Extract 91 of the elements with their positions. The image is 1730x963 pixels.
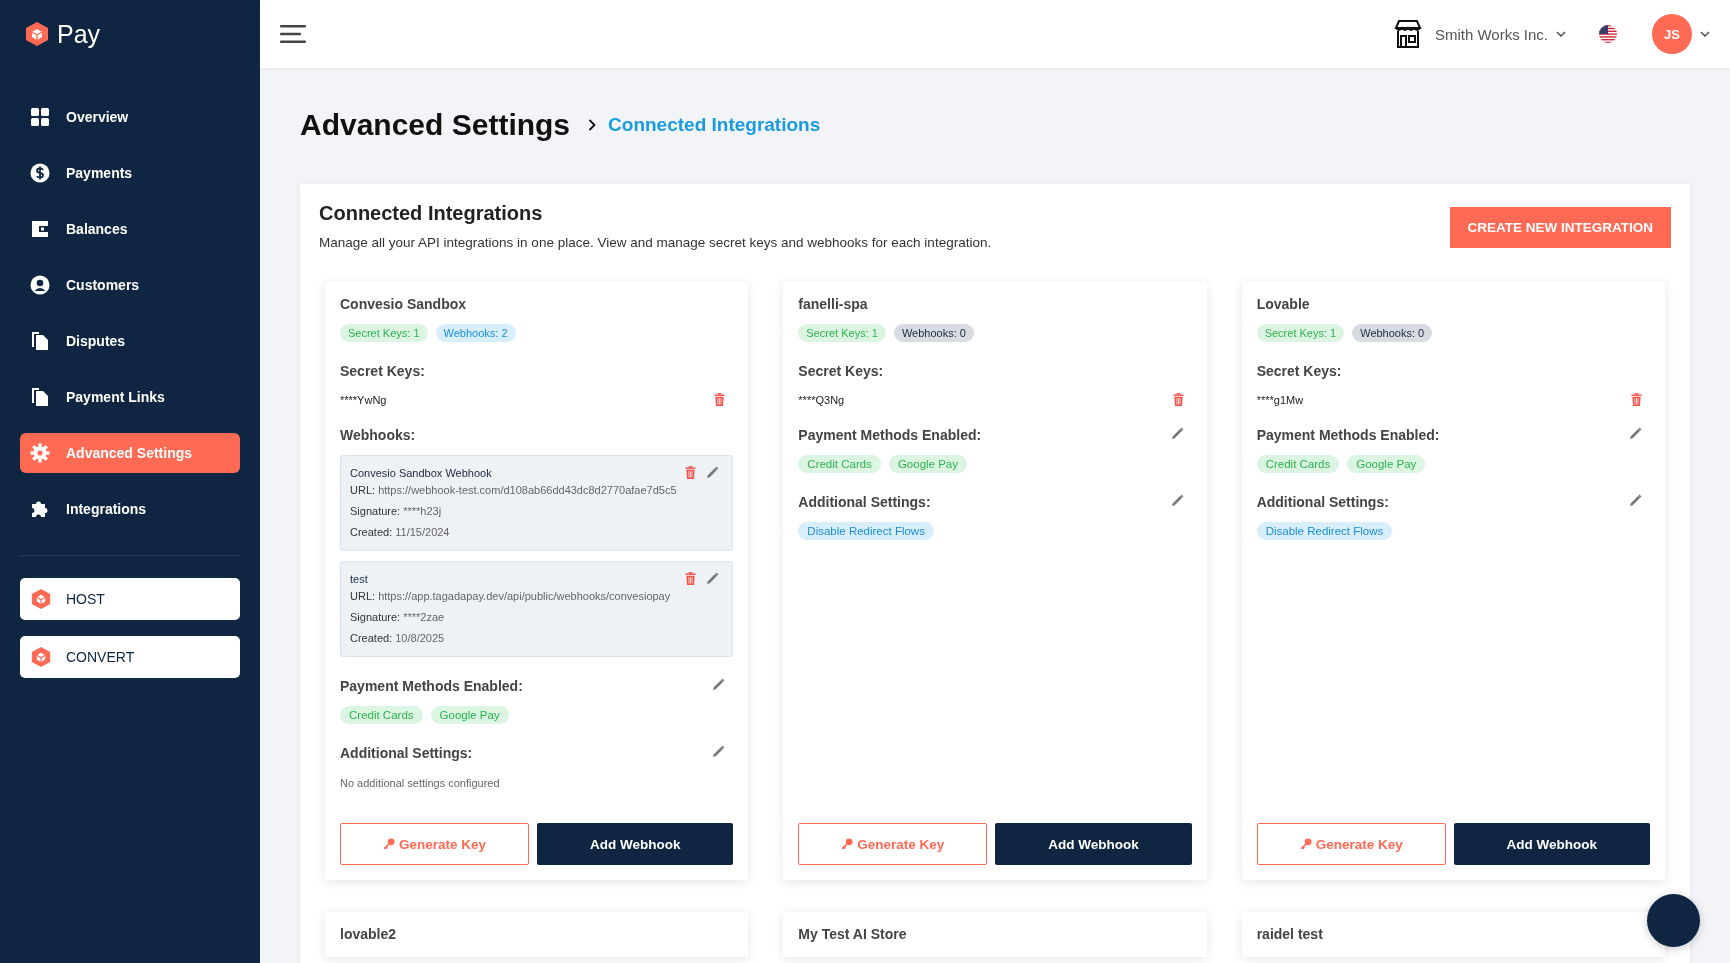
webhook-url: URL: https://app.tagadapay.dev/api/public/webhooks/convesiopay: [350, 590, 672, 602]
store-icon: [1392, 19, 1423, 49]
count-badge: Secret Keys: 1: [1256, 324, 1345, 342]
payment-method-tag: Credit Cards: [1256, 455, 1340, 473]
webhook-signature: Signature: ****h23j: [350, 505, 443, 517]
settings-icon: [30, 443, 50, 463]
documents-icon: [30, 387, 50, 407]
secret-key: ****Q3Ng: [798, 393, 845, 406]
pencil-icon[interactable]: [712, 678, 726, 691]
dollar-icon: [30, 163, 50, 183]
section-label: Webhooks:: [340, 427, 417, 443]
count-badge: Webhooks: 0: [893, 324, 974, 342]
nav-item[interactable]: Customers: [20, 265, 240, 305]
logo-icon: [25, 21, 49, 47]
user-icon: [30, 275, 50, 295]
add-webhook-button[interactable]: Add Webhook: [537, 823, 734, 865]
integration-name: Convesio Sandbox: [340, 296, 468, 312]
wallet-icon: [30, 219, 50, 239]
section-label: Payment Methods Enabled:: [798, 427, 982, 443]
count-badge: Secret Keys: 1: [340, 324, 428, 342]
webhook-created: Created: 11/15/2024: [350, 526, 451, 538]
cube-icon: [31, 646, 51, 668]
cube-icon: [31, 588, 51, 610]
app-button[interactable]: HOST: [20, 578, 240, 620]
trash-icon[interactable]: [685, 466, 697, 479]
section-label: Secret Keys:: [1256, 363, 1343, 379]
payment-method-tag: Credit Cards: [340, 706, 423, 724]
brand-name: Pay: [57, 19, 101, 49]
menu-icon[interactable]: [280, 24, 306, 44]
integration-name: raidel test: [1256, 926, 1324, 942]
section-label: Secret Keys:: [798, 363, 885, 379]
setting-tag: Disable Redirect Flows: [1256, 522, 1393, 540]
nav-item[interactable]: Balances: [20, 209, 240, 249]
section-label: Payment Methods Enabled:: [340, 678, 523, 694]
nav-item[interactable]: Overview: [20, 97, 240, 137]
payment-method-tag: Google Pay: [430, 706, 509, 724]
webhook-name: Convesio Sandbox Webhook: [350, 466, 492, 479]
integration-name: Lovable: [1256, 296, 1311, 312]
webhook-url: URL: https://webhook-test.com/d108ab66dd43dc8d2770afae7d5c5: [350, 484, 678, 496]
pencil-icon[interactable]: [1170, 494, 1184, 507]
nav-item[interactable]: Payments: [20, 153, 240, 193]
key-icon: [383, 838, 395, 850]
grid-icon: [30, 107, 50, 127]
trash-icon[interactable]: [1172, 393, 1184, 406]
trash-icon[interactable]: [1631, 393, 1642, 406]
count-badge: Webhooks: 2: [435, 324, 516, 342]
panel-title: Connected Integrations: [319, 202, 544, 225]
add-webhook-button[interactable]: Add Webhook: [1453, 823, 1650, 865]
pencil-icon[interactable]: [712, 745, 726, 758]
documents-icon: [30, 331, 50, 351]
setting-tag: Disable Redirect Flows: [798, 522, 934, 540]
integration-name: fanelli-spa: [798, 296, 869, 312]
trash-icon[interactable]: [714, 393, 726, 406]
integration-name: My Test AI Store: [798, 926, 908, 942]
section-label: Additional Settings:: [340, 745, 473, 761]
key-icon: [841, 838, 854, 850]
payment-method-tag: Google Pay: [1347, 455, 1426, 473]
empty-settings-text: No additional settings configured: [340, 777, 501, 789]
section-label: Payment Methods Enabled:: [1256, 427, 1440, 443]
add-webhook-button[interactable]: Add Webhook: [995, 823, 1192, 865]
key-icon: [1299, 838, 1312, 850]
section-label: Additional Settings:: [1256, 494, 1389, 510]
merchant-selector[interactable]: Smith Works Inc.: [1434, 25, 1548, 43]
nav-item[interactable]: Payment Links: [20, 377, 240, 417]
pencil-icon[interactable]: [1629, 494, 1642, 507]
pencil-icon[interactable]: [1629, 427, 1642, 440]
pencil-icon[interactable]: [706, 466, 720, 479]
secret-key: ****g1Mw: [1256, 393, 1304, 406]
section-label: Additional Settings:: [798, 494, 931, 510]
panel-description: Manage all your API integrations in one place. View and manage secret keys and webhooks for each integration.: [319, 235, 992, 250]
page-title: Advanced Settings: [300, 108, 571, 142]
count-badge: Webhooks: 0: [1352, 324, 1433, 342]
chevron-down-icon[interactable]: [1700, 31, 1710, 37]
secret-key: ****YwNg: [340, 393, 387, 406]
payment-method-tag: Credit Cards: [798, 455, 881, 473]
nav-item[interactable]: Disputes: [20, 321, 240, 361]
webhook-signature: Signature: ****2zae: [350, 611, 446, 623]
pencil-icon[interactable]: [706, 572, 720, 585]
puzzle-icon: [30, 499, 50, 519]
pencil-icon[interactable]: [1170, 427, 1184, 440]
count-badge: Secret Keys: 1: [798, 324, 886, 342]
chevron-right-icon: [588, 119, 597, 131]
payment-method-tag: Google Pay: [888, 455, 967, 473]
app-button[interactable]: CONVERT: [20, 636, 240, 678]
chevron-down-icon[interactable]: [1556, 31, 1566, 37]
integration-name: lovable2: [340, 926, 398, 942]
nav-item[interactable]: Integrations: [20, 489, 240, 529]
webhook-name: test: [350, 572, 368, 585]
trash-icon[interactable]: [685, 572, 697, 585]
section-label: Secret Keys:: [340, 363, 426, 379]
webhook-created: Created: 10/8/2025: [350, 632, 446, 644]
